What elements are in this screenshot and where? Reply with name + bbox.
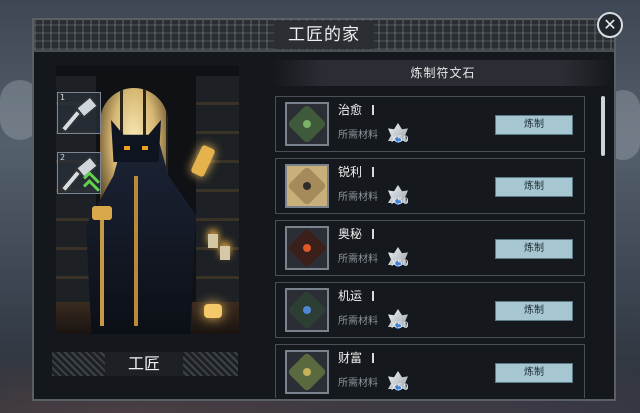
material-label: 所需材料 bbox=[338, 130, 378, 141]
recipe-row-arcane: 奥秘 所需材料 X50 炼制 bbox=[275, 220, 585, 276]
glowing-lantern bbox=[204, 304, 222, 318]
material-quantity: X50 bbox=[391, 197, 409, 207]
tool-slot-1[interactable]: 1 bbox=[57, 92, 101, 134]
window-title: 工匠的家 bbox=[274, 21, 374, 49]
slot-index: 1 bbox=[60, 93, 66, 102]
rune-luck-icon bbox=[285, 288, 329, 332]
title-bar: 工匠的家 bbox=[34, 20, 614, 52]
separator bbox=[372, 291, 374, 301]
recipe-list[interactable]: 治愈 所需材料 X50 炼制 锐利 所需材料 X50 炼制 奥秘 所需材料 X5… bbox=[275, 94, 587, 398]
recipe-row-sharp: 锐利 所需材料 X50 炼制 bbox=[275, 158, 585, 214]
close-icon: ✕ bbox=[603, 15, 617, 34]
slot-index: 2 bbox=[60, 153, 66, 162]
craft-button[interactable]: 炼制 bbox=[495, 301, 573, 321]
eye-icon bbox=[142, 146, 148, 150]
staff bbox=[100, 216, 104, 326]
rune-healing-icon bbox=[285, 102, 329, 146]
material-label: 所需材料 bbox=[338, 254, 378, 265]
close-button[interactable]: ✕ bbox=[597, 12, 623, 38]
recipe-name: 财富 bbox=[338, 351, 363, 365]
candle-icon bbox=[208, 234, 218, 248]
scrollbar-thumb[interactable] bbox=[601, 96, 605, 156]
rune-sharp-icon bbox=[285, 164, 329, 208]
separator bbox=[372, 353, 374, 363]
material-quantity: X50 bbox=[391, 321, 409, 331]
craft-button[interactable]: 炼制 bbox=[495, 177, 573, 197]
recipe-row-healing: 治愈 所需材料 X50 炼制 bbox=[275, 96, 585, 152]
staff-head bbox=[92, 206, 112, 220]
recipe-name: 奥秘 bbox=[338, 227, 363, 241]
recipe-name: 锐利 bbox=[338, 165, 363, 179]
material-label: 所需材料 bbox=[338, 378, 378, 389]
recipe-row-luck: 机运 所需材料 X50 炼制 bbox=[275, 282, 585, 338]
craft-button[interactable]: 炼制 bbox=[495, 363, 573, 383]
craft-button[interactable]: 炼制 bbox=[495, 239, 573, 259]
material-label: 所需材料 bbox=[338, 316, 378, 327]
craft-button[interactable]: 炼制 bbox=[495, 115, 573, 135]
rune-arcane-icon bbox=[285, 226, 329, 270]
character-name: 工匠 bbox=[105, 352, 183, 376]
eye-icon bbox=[124, 146, 130, 150]
recipe-name: 治愈 bbox=[338, 103, 363, 117]
robe-trim bbox=[134, 176, 138, 326]
bookshelf-right bbox=[196, 76, 239, 306]
material-label: 所需材料 bbox=[338, 192, 378, 203]
material-quantity: X50 bbox=[391, 259, 409, 269]
recipe-name: 机运 bbox=[338, 289, 363, 303]
recipe-row-wealth: 财富 所需材料 X50 炼制 bbox=[275, 344, 585, 398]
candle-icon bbox=[220, 246, 230, 260]
material-quantity: X50 bbox=[391, 135, 409, 145]
separator bbox=[372, 167, 374, 177]
separator bbox=[372, 105, 374, 115]
tool-slot-2[interactable]: 2 bbox=[57, 152, 101, 196]
section-header: 炼制符文石 bbox=[272, 60, 614, 86]
separator bbox=[372, 229, 374, 239]
rune-wealth-icon bbox=[285, 350, 329, 394]
material-quantity: X50 bbox=[391, 383, 409, 393]
